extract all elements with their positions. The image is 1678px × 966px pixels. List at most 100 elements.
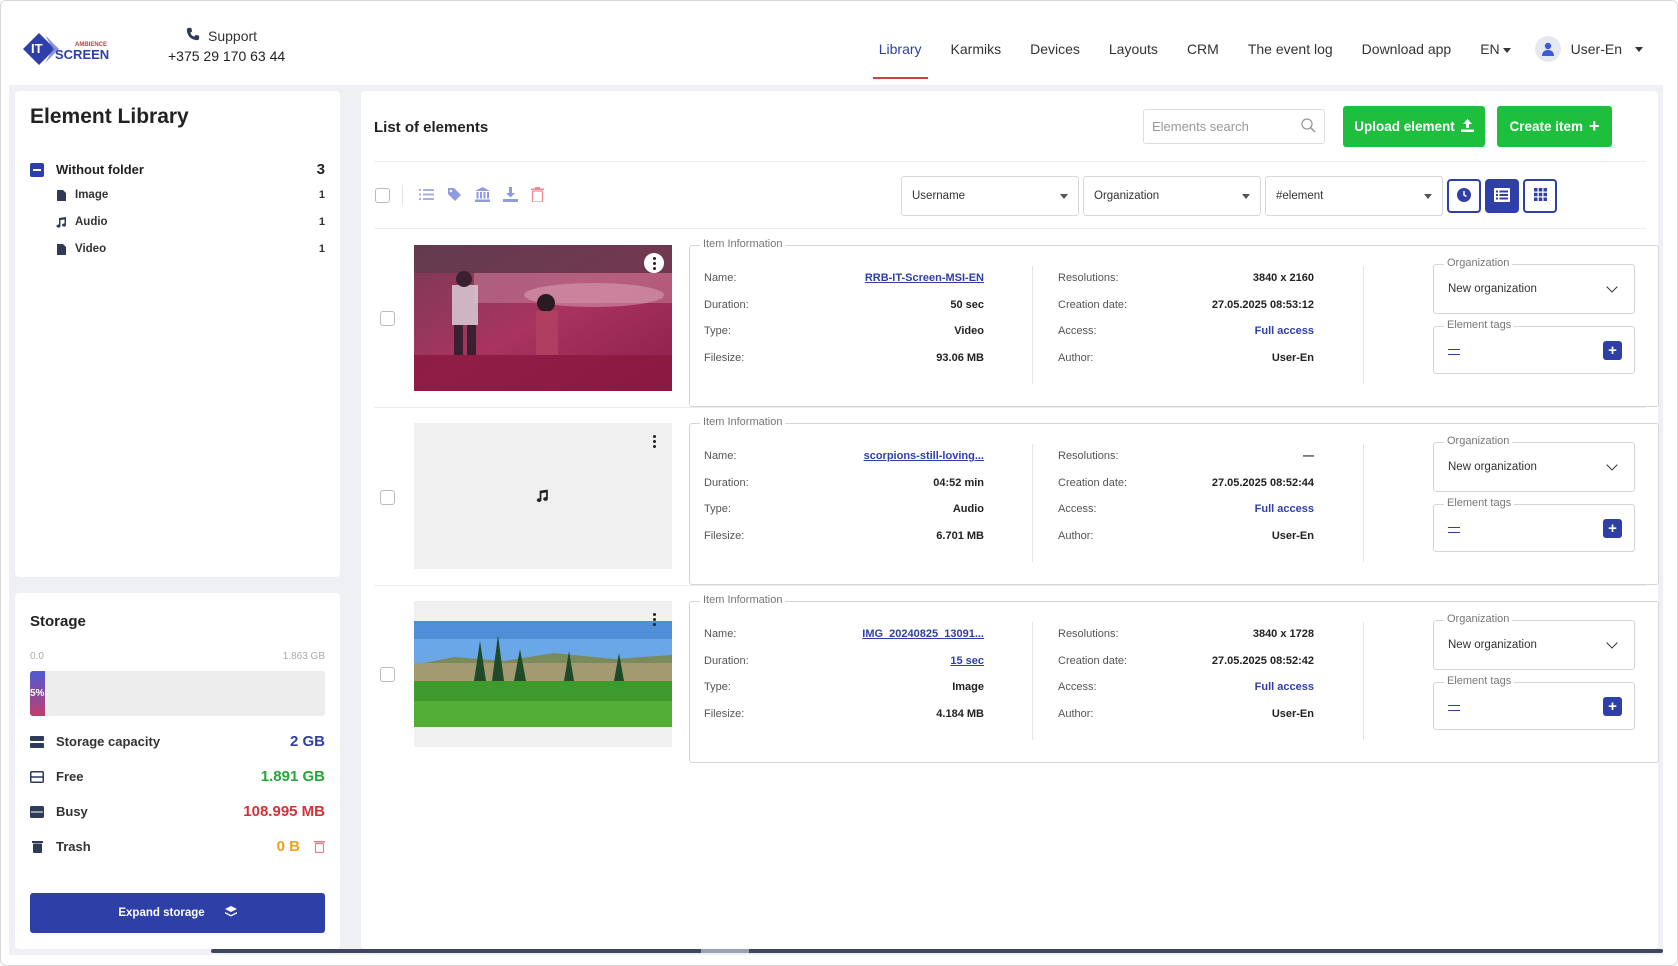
nav-crm[interactable]: CRM: [1187, 31, 1219, 67]
folder-name: Without folder: [56, 162, 144, 177]
organization-filter[interactable]: Organization: [1083, 176, 1261, 216]
caret-down-icon: [1635, 46, 1643, 52]
nav-library[interactable]: Library: [872, 31, 928, 79]
image-thumbnail-icon: [414, 621, 672, 747]
info-key: Creation date:: [1058, 477, 1128, 489]
collapse-icon[interactable]: [30, 162, 44, 177]
element-checkbox[interactable]: [380, 490, 395, 505]
library-item-image[interactable]: Image 1: [55, 189, 325, 201]
list-view-button[interactable]: [1485, 179, 1519, 213]
info-value: 50 sec: [950, 299, 984, 311]
info-duration-row: Duration: 04:52 min: [704, 477, 984, 489]
more-options-icon[interactable]: [644, 253, 664, 273]
delete-icon[interactable]: [531, 187, 544, 205]
info-value: User-En: [1271, 708, 1314, 720]
upload-label: Upload element: [1354, 119, 1455, 134]
grid-view-button[interactable]: [1523, 179, 1557, 213]
element-thumbnail-video[interactable]: [414, 245, 672, 391]
download-icon[interactable]: [503, 187, 518, 205]
equals-icon: [1448, 527, 1460, 533]
element-tags-label: Element tags: [1444, 497, 1515, 509]
element-thumbnail-audio[interactable]: [414, 423, 672, 569]
element-tags-label: Element tags: [1444, 675, 1515, 687]
organization-select[interactable]: Organization New organization: [1433, 257, 1635, 314]
scrollbar-thumb[interactable]: [701, 949, 749, 953]
list-icon[interactable]: [419, 187, 434, 205]
more-options-icon[interactable]: [644, 431, 664, 451]
upload-element-button[interactable]: Upload element: [1343, 106, 1485, 147]
folder-without-folder[interactable]: Without folder 3: [30, 161, 325, 178]
it-screen-logo[interactable]: IT AMBIENCE SCREEN: [23, 31, 123, 67]
support-phone[interactable]: +375 29 170 63 44: [168, 48, 285, 64]
clock-icon: [1456, 187, 1472, 206]
info-resolution-row: Resolutions: 3840 x 2160: [1058, 272, 1314, 284]
svg-text:SCREEN: SCREEN: [55, 47, 109, 62]
nav-download-app[interactable]: Download app: [1362, 31, 1452, 67]
info-key: Name:: [704, 272, 737, 284]
duration-link[interactable]: 15 sec: [950, 655, 984, 667]
element-tags-field[interactable]: Element tags +: [1433, 497, 1635, 552]
element-tag-filter[interactable]: #element: [1265, 176, 1443, 216]
user-menu[interactable]: User-En: [1534, 36, 1643, 62]
add-tag-plus-icon[interactable]: +: [1603, 697, 1622, 716]
library-item-video[interactable]: Video 1: [55, 243, 325, 255]
organization-select[interactable]: Organization New organization: [1433, 435, 1635, 492]
info-value: 27.05.2025 08:53:12: [1211, 299, 1314, 311]
storage-trash-row: Trash 0 B: [30, 838, 325, 855]
divider: [1363, 622, 1364, 740]
username-filter[interactable]: Username: [901, 176, 1079, 216]
info-creation-row: Creation date: 27.05.2025 08:52:42: [1058, 655, 1314, 667]
info-filesize-row: Filesize: 4.184 MB: [704, 708, 984, 720]
create-item-button[interactable]: Create item +: [1497, 106, 1612, 147]
nav-karmiks[interactable]: Karmiks: [951, 31, 1002, 67]
main-nav: Library Karmiks Devices Layouts CRM The …: [850, 31, 1643, 79]
info-creation-row: Creation date: 27.05.2025 08:53:12: [1058, 299, 1314, 311]
bulk-toolbar: [419, 187, 544, 205]
tags-icon[interactable]: [447, 187, 462, 205]
institution-icon[interactable]: [475, 187, 490, 205]
element-filter-label: #element: [1276, 190, 1324, 202]
clock-view-button[interactable]: [1447, 179, 1481, 213]
info-key: Access:: [1058, 681, 1097, 693]
element-tags-field[interactable]: Element tags +: [1433, 675, 1635, 730]
organization-select-label: Organization: [1444, 435, 1513, 447]
info-duration-row: Duration: 50 sec: [704, 299, 984, 311]
info-name-row: Name: RRB-IT-Screen-MSI-EN: [704, 272, 984, 284]
library-item-audio[interactable]: Audio 1: [55, 216, 325, 228]
divider: [1363, 266, 1364, 384]
element-thumbnail-image[interactable]: [414, 601, 672, 747]
add-tag-plus-icon[interactable]: +: [1603, 341, 1622, 360]
divider: [402, 185, 403, 205]
svg-text:IT: IT: [31, 41, 43, 56]
info-value: Audio: [952, 503, 984, 515]
nav-event-log[interactable]: The event log: [1248, 31, 1333, 67]
add-tag-plus-icon[interactable]: +: [1603, 519, 1622, 538]
organization-select-label: Organization: [1444, 257, 1513, 269]
select-all-checkbox[interactable]: [375, 188, 390, 203]
organization-select[interactable]: Organization New organization: [1433, 613, 1635, 670]
search-icon[interactable]: [1301, 117, 1316, 136]
empty-trash-icon[interactable]: [314, 840, 325, 853]
storage-row-label: Free: [56, 769, 84, 784]
horizontal-scrollbar[interactable]: [211, 949, 1663, 953]
nav-layouts[interactable]: Layouts: [1109, 31, 1158, 67]
storage-busy-row: Busy 108.995 MB: [30, 803, 325, 820]
element-checkbox[interactable]: [380, 667, 395, 682]
storage-free-row: Free 1.891 GB: [30, 768, 325, 785]
element-name-link[interactable]: IMG_20240825_13091...: [862, 628, 984, 640]
element-checkbox[interactable]: [380, 311, 395, 326]
library-item-label: Audio: [75, 216, 108, 228]
language-selector[interactable]: EN: [1480, 31, 1511, 67]
nav-devices[interactable]: Devices: [1030, 31, 1080, 67]
info-value: Video: [954, 325, 984, 337]
element-name-link[interactable]: scorpions-still-loving...: [864, 450, 984, 462]
info-key: Duration:: [704, 655, 749, 667]
info-value: —: [1303, 450, 1314, 462]
info-access-row: Access: Full access: [1058, 325, 1314, 337]
expand-storage-button[interactable]: Expand storage: [30, 893, 325, 933]
element-name-link[interactable]: RRB-IT-Screen-MSI-EN: [865, 272, 984, 284]
elements-search-input[interactable]: Elements search: [1143, 109, 1325, 144]
element-tags-field[interactable]: Element tags +: [1433, 319, 1635, 374]
create-label: Create item: [1509, 119, 1584, 134]
more-options-icon[interactable]: [644, 609, 664, 629]
